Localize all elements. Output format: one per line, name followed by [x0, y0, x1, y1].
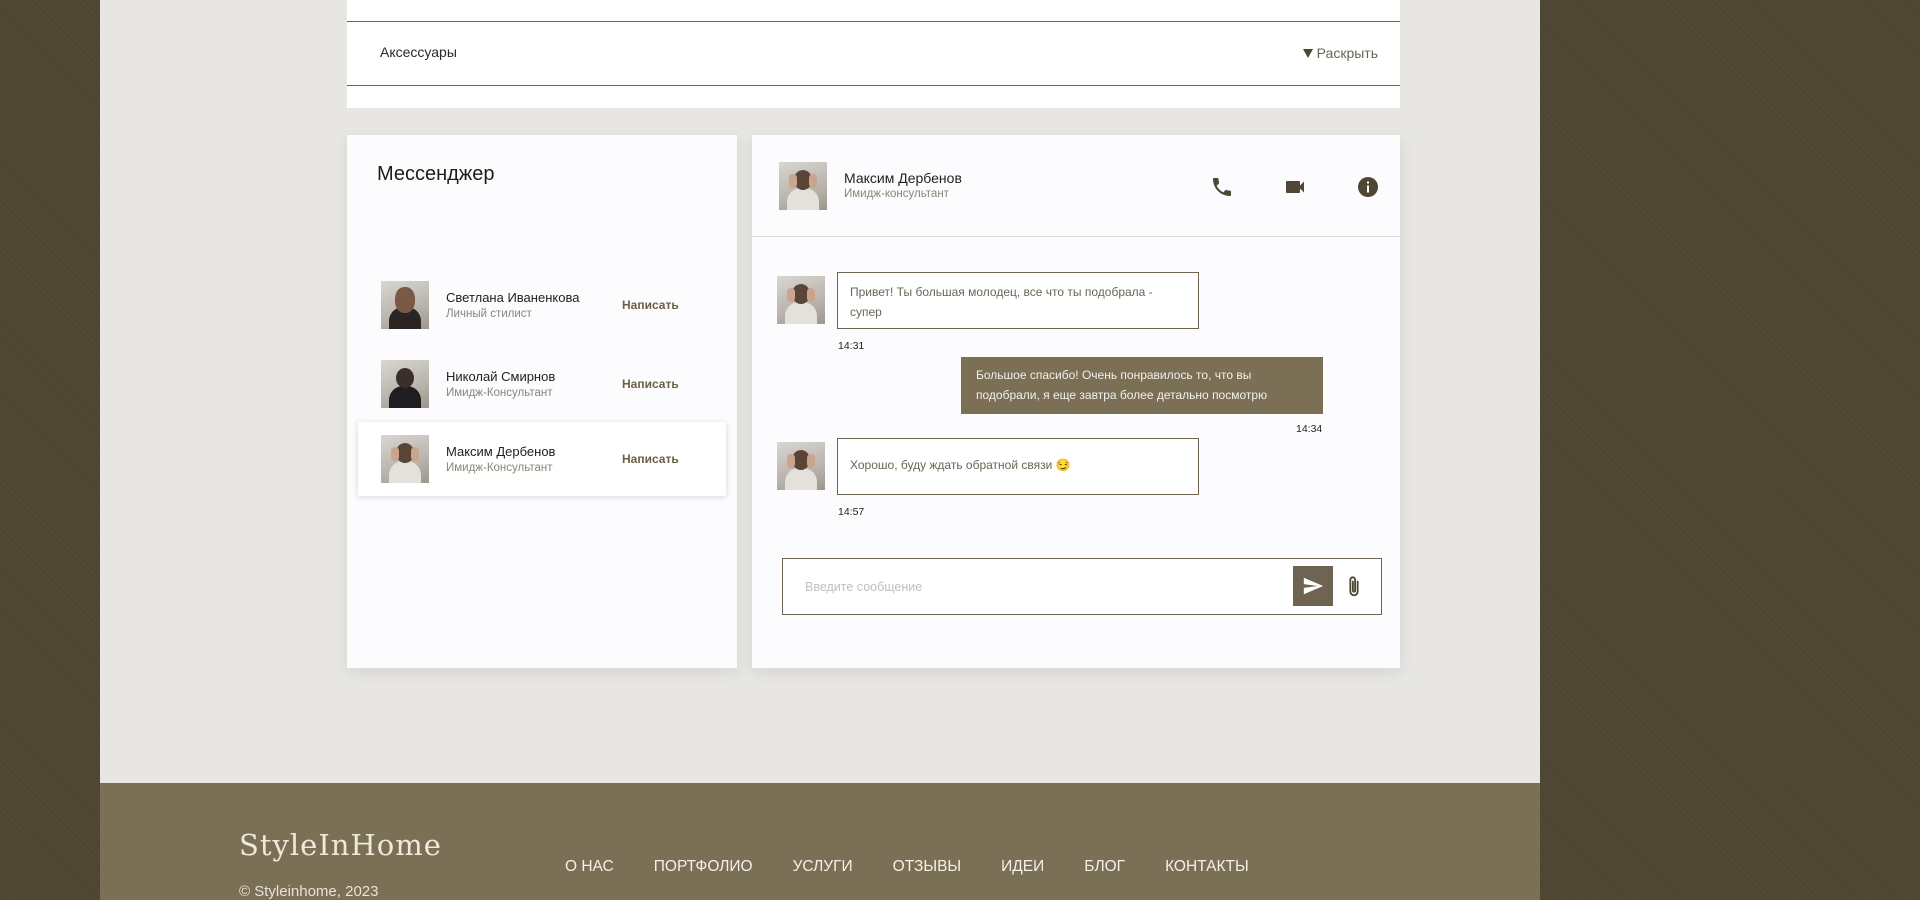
message-input[interactable]	[805, 573, 1265, 601]
message-outgoing: Большое спасибо! Очень понравилось то, ч…	[961, 357, 1323, 414]
contact-name: Николай Смирнов	[446, 369, 556, 384]
avatar	[381, 435, 429, 483]
chat-contact-name: Максим Дербенов	[844, 170, 962, 186]
avatar	[381, 360, 429, 408]
expand-label: Раскрыть	[1316, 45, 1378, 61]
accordion-label: Аксессуары	[380, 44, 457, 60]
chat-panel: Максим Дербенов Имидж-консультант Привет…	[752, 135, 1400, 668]
footer: StyleInHome © Styleinhome, 2023 О НАС ПО…	[100, 783, 1540, 900]
divider	[347, 85, 1400, 86]
contact-item[interactable]: Николай Смирнов Имидж-Консультант Написа…	[358, 347, 726, 421]
phone-icon[interactable]	[1210, 175, 1234, 199]
nav-link-reviews[interactable]: ОТЗЫВЫ	[893, 858, 962, 876]
nav-link-portfolio[interactable]: ПОРТФОЛИО	[654, 858, 753, 876]
nav-link-services[interactable]: УСЛУГИ	[793, 858, 853, 876]
page: Аксессуары Раскрыть Мессенджер Светлана …	[100, 0, 1540, 900]
footer-nav: О НАС ПОРТФОЛИО УСЛУГИ ОТЗЫВЫ ИДЕИ БЛОГ …	[565, 858, 1289, 876]
contact-item-active[interactable]: Максим Дербенов Имидж-Консультант Написа…	[358, 422, 726, 496]
message-time: 14:34	[1296, 423, 1323, 435]
avatar	[777, 276, 825, 324]
message-time: 14:57	[838, 506, 865, 518]
video-camera-icon[interactable]	[1283, 175, 1307, 199]
messenger-title: Мессенджер	[377, 163, 495, 185]
chat-header: Максим Дербенов Имидж-консультант	[752, 135, 1400, 237]
accessories-accordion: Аксессуары Раскрыть	[347, 0, 1400, 108]
contact-name: Максим Дербенов	[446, 444, 556, 459]
send-icon	[1303, 577, 1324, 595]
messenger-panel: Мессенджер Светлана Иваненкова Личный ст…	[347, 135, 737, 668]
nav-link-blog[interactable]: БЛОГ	[1084, 858, 1125, 876]
triangle-down-icon	[1302, 48, 1313, 58]
send-button[interactable]	[1293, 566, 1333, 606]
chat-contact-role: Имидж-консультант	[844, 188, 949, 200]
avatar	[777, 442, 825, 490]
message-composer	[782, 558, 1382, 615]
avatar	[381, 281, 429, 329]
contact-item[interactable]: Светлана Иваненкова Личный стилист Напис…	[358, 268, 726, 342]
write-button[interactable]: Написать	[622, 452, 679, 466]
logo[interactable]: StyleInHome	[239, 828, 442, 862]
nav-link-about[interactable]: О НАС	[565, 858, 614, 876]
nav-link-ideas[interactable]: ИДЕИ	[1001, 858, 1044, 876]
contact-name: Светлана Иваненкова	[446, 290, 580, 305]
message-incoming: Хорошо, буду ждать обратной связи 😏	[837, 438, 1199, 495]
copyright: © Styleinhome, 2023	[239, 883, 379, 900]
write-button[interactable]: Написать	[622, 298, 679, 312]
contact-role: Личный стилист	[446, 308, 532, 320]
contact-role: Имидж-Консультант	[446, 462, 553, 474]
paperclip-icon[interactable]	[1343, 574, 1365, 600]
expand-toggle[interactable]: Раскрыть	[1302, 45, 1378, 61]
message-incoming: Привет! Ты большая молодец, все что ты п…	[837, 272, 1199, 329]
info-icon[interactable]	[1356, 175, 1380, 199]
divider	[347, 21, 1400, 22]
write-button[interactable]: Написать	[622, 377, 679, 391]
nav-link-contacts[interactable]: КОНТАКТЫ	[1165, 858, 1249, 876]
message-time: 14:31	[838, 340, 865, 352]
avatar	[779, 162, 827, 210]
contact-role: Имидж-Консультант	[446, 387, 553, 399]
